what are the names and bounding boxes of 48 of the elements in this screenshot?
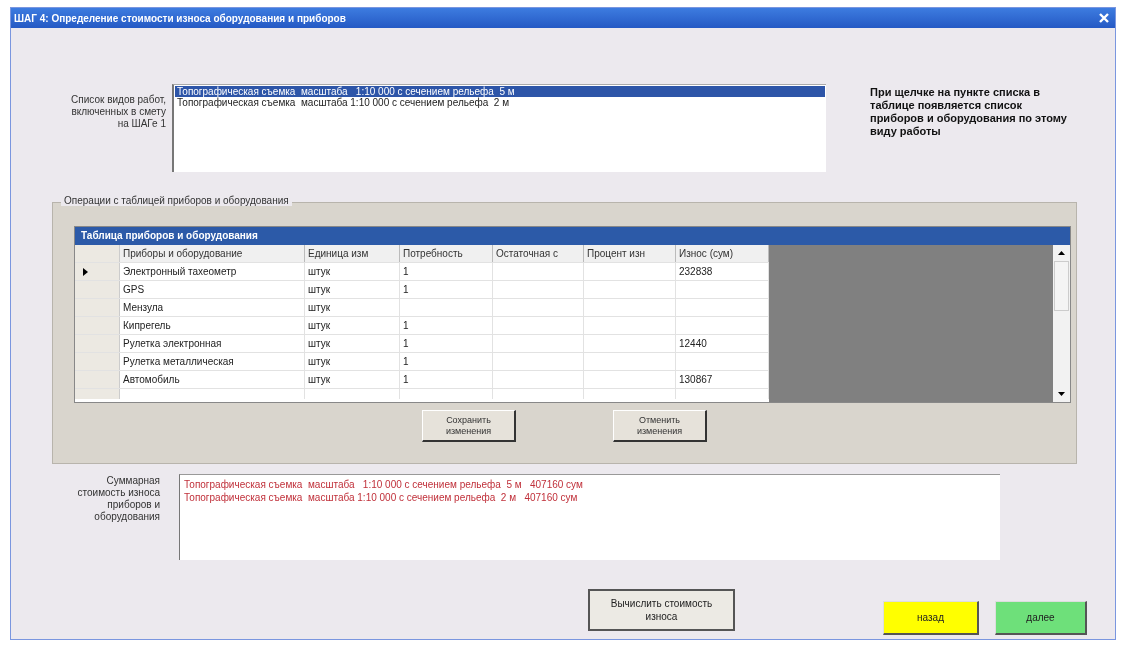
work-list[interactable]: Топографическая съемка масштаба 1:10 000 с сечением рельефа 5 м Топографическая съемка масштаба 1:10 000 с сечением рельефа 2 м	[172, 84, 826, 172]
summary-line: Топографическая съемка масштаба 1:10 000 с сечением рельефа 2 м 407160 сум	[184, 491, 579, 504]
scroll-down-icon[interactable]	[1058, 392, 1065, 396]
table-cell: Автомобиль	[120, 371, 305, 388]
column-header[interactable]: Приборы и оборудование	[120, 245, 305, 262]
table-cell: штук	[305, 299, 400, 316]
scroll-up-icon[interactable]	[1058, 251, 1065, 255]
table-cell: 1	[400, 281, 493, 298]
row-header[interactable]	[75, 263, 120, 280]
grid-caption: Таблица приборов и оборудования	[75, 227, 1070, 245]
close-icon[interactable]	[1099, 13, 1109, 23]
column-header[interactable]: Потребность	[400, 245, 493, 262]
field-label: Список видов работ, включенных в смету на ШАГе 1	[70, 93, 166, 130]
hint-text: При щелчке на пункте списка в таблице появляется список приборов и оборудования по этому виду работы	[870, 85, 1068, 138]
window-title: ШАГ 4: Определение стоимости износа оборудования и приборов	[14, 12, 346, 24]
list-item[interactable]: Топографическая съемка масштаба 1:10 000 с сечением рельефа 2 м	[175, 97, 825, 108]
table-cell: штук	[305, 263, 400, 280]
table-cell: Мензула	[120, 299, 305, 316]
next-button[interactable]: далее	[995, 601, 1087, 635]
table-cell: Кипрегель	[120, 317, 305, 334]
table-cell: Рулетка электронная	[120, 335, 305, 352]
table-cell: GPS	[120, 281, 305, 298]
list-item[interactable]: Топографическая съемка масштаба 1:10 000 с сечением рельефа 5 м	[175, 86, 825, 97]
table-cell: Рулетка металлическая	[120, 353, 305, 370]
action-button[interactable]: Сохранить изменения	[422, 410, 516, 442]
column-header[interactable]: Единица изм	[305, 245, 400, 262]
column-header[interactable]: Процент изн	[584, 245, 676, 262]
table-cell: штук	[305, 335, 400, 352]
scroll-thumb[interactable]	[1054, 261, 1069, 311]
column-header[interactable]: Остаточная с	[493, 245, 584, 262]
table-cell: Электронный тахеометр	[120, 263, 305, 280]
row-pointer-icon	[83, 267, 88, 276]
calculate-button[interactable]: Вычислить стоимость износа	[588, 589, 735, 631]
table-cell: штук	[305, 353, 400, 370]
scrollbar[interactable]	[1053, 245, 1070, 402]
action-button[interactable]: Отменить изменения	[613, 410, 707, 442]
field-label: Суммарная стоимость износа приборов и оборудования	[76, 474, 160, 524]
table-cell: 1	[400, 317, 493, 334]
group-title: Операции с таблицей приборов и оборудования	[61, 195, 292, 206]
back-button[interactable]: назад	[883, 601, 979, 635]
table-cell: 1	[400, 353, 493, 370]
summary-line: Топографическая съемка масштаба 1:10 000 с сечением рельефа 5 м 407160 сум	[184, 478, 584, 491]
table-cell: штук	[305, 371, 400, 388]
table-cell: штук	[305, 281, 400, 298]
table-cell: 1	[400, 335, 493, 352]
table-cell: 1	[400, 263, 493, 280]
table-cell: 1	[400, 371, 493, 388]
table-cell: штук	[305, 317, 400, 334]
